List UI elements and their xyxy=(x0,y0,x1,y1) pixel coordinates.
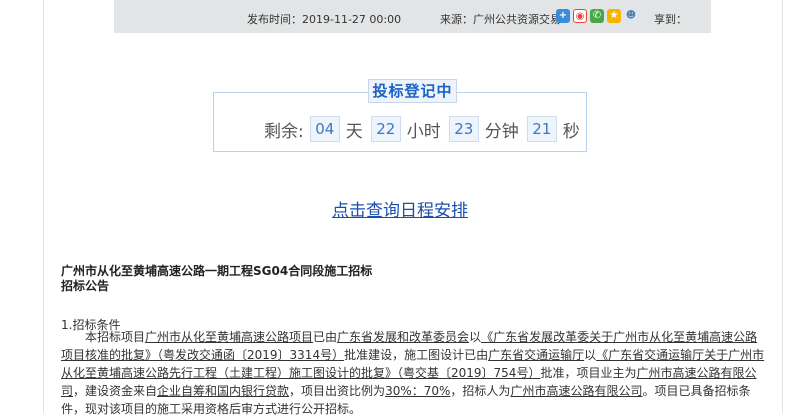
info-bar: 发布时间：2019-11-27 00:00 来源：广州公共资源交易 + ◉ ✆ … xyxy=(114,0,711,33)
para-underline: 30%：70% xyxy=(385,384,451,398)
para-text: 本招标项目 xyxy=(85,330,146,344)
countdown-row: 剩余: 04 天 22 小时 23 分钟 21 秒 xyxy=(264,116,582,142)
tender-conditions-paragraph: 本招标项目广州市从化至黄埔高速公路项目已由广东省发展和改革委员会以《广东省发展改… xyxy=(61,328,769,418)
para-text: 以 xyxy=(469,330,482,344)
hours-unit: 小时 xyxy=(406,121,441,142)
document-title: 广州市从化至黄埔高速公路一期工程SG04合同段施工招标 招标公告 xyxy=(61,264,372,294)
person-icon[interactable]: ☻ xyxy=(624,9,638,23)
wechat-icon[interactable]: ✆ xyxy=(590,9,604,23)
para-underline: 广东省发展和改革委员会 xyxy=(337,330,470,344)
weibo-icon[interactable]: ◉ xyxy=(573,9,587,23)
para-text: 已由 xyxy=(313,330,338,344)
days-value: 04 xyxy=(309,116,340,142)
title-line-2: 招标公告 xyxy=(61,279,110,293)
para-underline: 广东省交通运输厅 xyxy=(488,348,585,362)
minutes-unit: 分钟 xyxy=(484,121,519,142)
seconds-unit: 秒 xyxy=(562,121,580,142)
minutes-value: 23 xyxy=(448,116,479,142)
countdown-prefix: 剩余: xyxy=(264,121,304,142)
share-label: 享到： xyxy=(654,13,687,26)
qzone-icon[interactable]: ★ xyxy=(607,9,621,23)
para-underline: 企业自筹和国内银行贷款 xyxy=(157,384,290,398)
plus-icon[interactable]: + xyxy=(556,9,570,23)
hours-value: 22 xyxy=(370,116,401,142)
share-icons: + ◉ ✆ ★ ☻ xyxy=(556,9,638,23)
para-text: ，建设资金来自 xyxy=(73,384,158,398)
para-text: ，招标人为 xyxy=(450,384,511,398)
para-underline: 广州市高速公路有限公司 xyxy=(510,384,643,398)
para-text: 批准，项目业主为 xyxy=(540,366,637,380)
para-underline: 广州市从化至黄埔高速公路项目 xyxy=(145,330,314,344)
title-line-1: 广州市从化至黄埔高速公路一期工程SG04合同段施工招标 xyxy=(61,264,373,278)
status-badge: 投标登记中 xyxy=(368,79,457,103)
publish-time: 发布时间：2019-11-27 00:00 xyxy=(247,13,402,26)
seconds-value: 21 xyxy=(526,116,557,142)
days-unit: 天 xyxy=(345,121,363,142)
schedule-link[interactable]: 点击查询日程安排 xyxy=(0,196,800,221)
para-text: 批准建设，施工图设计已由 xyxy=(344,348,489,362)
para-text: ，项目出资比例为 xyxy=(289,384,386,398)
para-text: 以 xyxy=(584,348,597,362)
source-label: 来源：广州公共资源交易 xyxy=(440,13,560,26)
